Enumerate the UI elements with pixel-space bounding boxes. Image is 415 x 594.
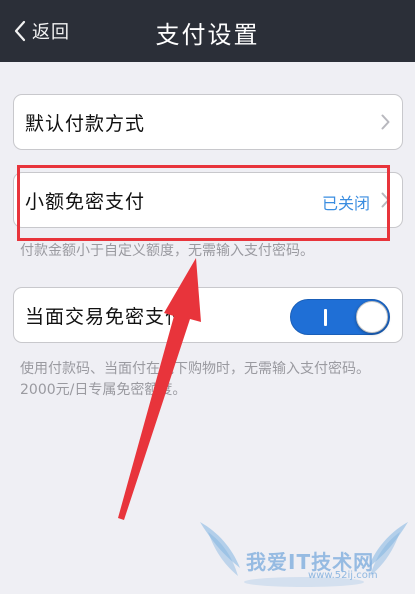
face-to-face-password-free-label: 当面交易免密支付 (25, 306, 186, 328)
default-payment-method-label: 默认付款方式 (25, 113, 146, 135)
navigation-bar: 返回 支付设置 (0, 0, 415, 62)
small-amount-note: 付款金额小于自定义额度，无需输入支付密码。 (20, 243, 314, 259)
toggle-knob (356, 301, 388, 333)
page-title: 支付设置 (155, 21, 260, 49)
watermark-text: 我爱IT技术网 (246, 550, 375, 574)
watermark: 我爱IT技术网 www.52ij.com (198, 518, 410, 592)
watermark-url: www.52ij.com (308, 570, 378, 581)
face-to-face-toggle[interactable] (290, 299, 390, 335)
chevron-right-icon (381, 114, 390, 130)
default-payment-method-row[interactable]: 默认付款方式 (13, 94, 403, 150)
toggle-on-mark (324, 309, 327, 326)
wings-icon (200, 522, 408, 587)
face-to-face-password-free-row: 当面交易免密支付 (13, 287, 403, 343)
annotation-highlight-box (17, 165, 390, 241)
face-to-face-note: 使用付款码、当面付在线下购物时，无需输入支付密码。2000元/日专属免密额度。 (20, 361, 370, 398)
